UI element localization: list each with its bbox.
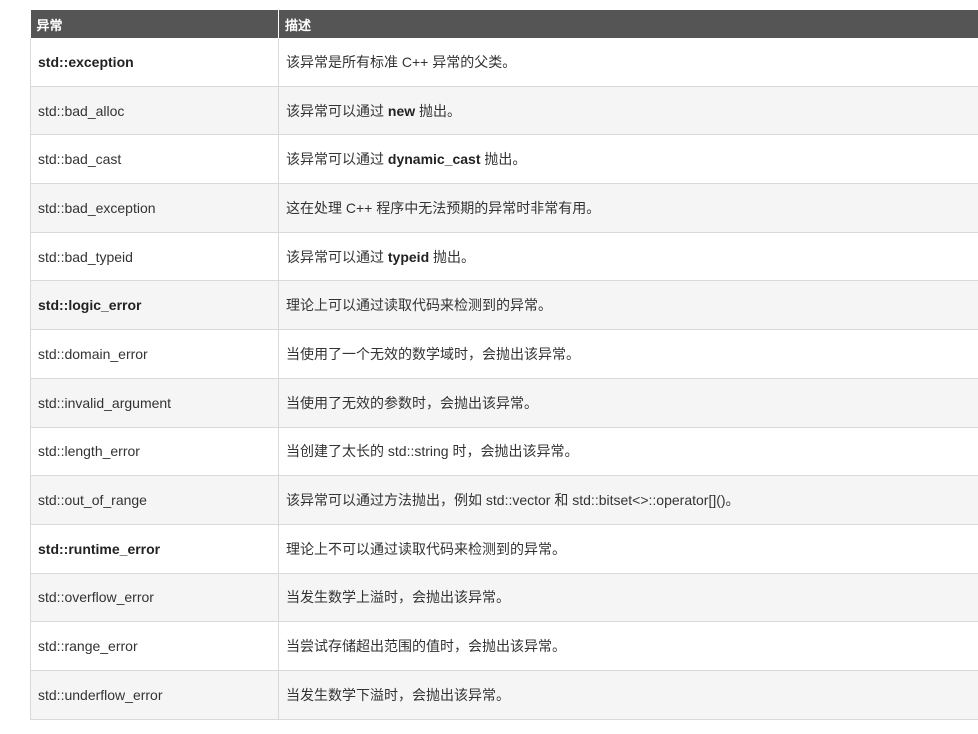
description-text: 理论上不可以通过读取代码来检测到的异常。 bbox=[286, 540, 566, 557]
table-row: std::underflow_error 当发生数学下溢时，会抛出该异常。 bbox=[30, 670, 978, 720]
table-row: std::bad_exception 这在处理 C++ 程序中无法预期的异常时非常… bbox=[30, 183, 978, 233]
table-row: std::domain_error 当使用了一个无效的数学域时，会抛出该异常。 bbox=[30, 329, 978, 379]
table-row: std::length_error 当创建了太长的 std::string 时，会… bbox=[30, 427, 978, 477]
description-text: 当发生数学上溢时，会抛出该异常。 bbox=[286, 589, 510, 606]
exception-name: std::bad_typeid bbox=[38, 248, 133, 265]
exception-name: std::logic_error bbox=[38, 297, 142, 314]
exception-name-cell: std::underflow_error bbox=[30, 670, 279, 720]
exceptions-table-container: 异常 描述 std::exception 该异常是所有标准 C++ 异常的父类。 s… bbox=[30, 10, 978, 720]
description-keyword: new bbox=[387, 102, 416, 119]
exception-name-cell: std::logic_error bbox=[30, 280, 279, 331]
exception-name: std::runtime_error bbox=[38, 540, 161, 557]
exception-description-cell: 该异常可以通过 dynamic_cast 抛出。 bbox=[278, 134, 978, 185]
description-text: 该异常是所有标准 C++ 异常的父类。 bbox=[286, 53, 517, 70]
exception-name: std::range_error bbox=[38, 638, 138, 655]
exception-name-cell: std::out_of_range bbox=[30, 475, 279, 525]
exception-name-cell: std::bad_typeid bbox=[30, 232, 279, 282]
table-row: std::invalid_argument 当使用了无效的参数时，会抛出该异常。 bbox=[30, 378, 978, 428]
table-row: std::bad_cast 该异常可以通过 dynamic_cast 抛出。 bbox=[30, 134, 978, 185]
exception-name-cell: std::range_error bbox=[30, 621, 279, 671]
exceptions-table: 异常 描述 std::exception 该异常是所有标准 C++ 异常的父类。 s… bbox=[30, 10, 978, 720]
description-text: 该异常可以通过方法抛出，例如 std::vector 和 std::bitset… bbox=[286, 492, 740, 509]
exception-name: std::exception bbox=[38, 53, 134, 70]
exception-name-cell: std::exception bbox=[30, 38, 279, 87]
description-text: 当发生数学下溢时，会抛出该异常。 bbox=[286, 686, 510, 703]
table-row: std::bad_alloc 该异常可以通过 new 抛出。 bbox=[30, 86, 978, 136]
exception-description-cell: 当使用了一个无效的数学域时，会抛出该异常。 bbox=[278, 329, 978, 379]
exception-name: std::bad_cast bbox=[38, 151, 122, 168]
exception-description-cell: 当发生数学上溢时，会抛出该异常。 bbox=[278, 573, 978, 623]
exception-name: std::invalid_argument bbox=[38, 394, 172, 411]
exception-name-cell: std::bad_exception bbox=[30, 183, 279, 233]
exception-description-cell: 这在处理 C++ 程序中无法预期的异常时非常有用。 bbox=[278, 183, 978, 233]
header-description: 描述 bbox=[278, 10, 978, 38]
exception-description-cell: 当发生数学下溢时，会抛出该异常。 bbox=[278, 670, 978, 720]
description-text: 该异常可以通过 bbox=[286, 248, 388, 265]
exception-name: std::domain_error bbox=[38, 345, 148, 362]
exception-description-cell: 当尝试存储超出范围的值时，会抛出该异常。 bbox=[278, 621, 978, 671]
exception-name: std::bad_alloc bbox=[38, 102, 125, 119]
exception-name-cell: std::runtime_error bbox=[30, 524, 279, 574]
table-row: std::out_of_range 该异常可以通过方法抛出，例如 std::vec… bbox=[30, 475, 978, 525]
exception-description-cell: 理论上可以通过读取代码来检测到的异常。 bbox=[278, 280, 978, 331]
table-row: std::exception 该异常是所有标准 C++ 异常的父类。 bbox=[30, 38, 978, 87]
exception-name-cell: std::bad_alloc bbox=[30, 86, 279, 136]
description-text: 当创建了太长的 std::string 时，会抛出该异常。 bbox=[286, 443, 579, 460]
exception-name-cell: std::overflow_error bbox=[30, 573, 279, 623]
exception-name: std::length_error bbox=[38, 443, 140, 460]
description-keyword: typeid bbox=[387, 248, 430, 265]
table-row: std::overflow_error 当发生数学上溢时，会抛出该异常。 bbox=[30, 573, 978, 623]
description-text: 抛出。 bbox=[415, 102, 462, 119]
table-row: std::bad_typeid 该异常可以通过 typeid 抛出。 bbox=[30, 232, 978, 282]
description-text: 当尝试存储超出范围的值时，会抛出该异常。 bbox=[286, 638, 566, 655]
description-text: 理论上可以通过读取代码来检测到的异常。 bbox=[286, 297, 552, 314]
exception-description-cell: 当使用了无效的参数时，会抛出该异常。 bbox=[278, 378, 978, 428]
table-header: 异常 描述 bbox=[30, 10, 978, 38]
exception-name-cell: std::domain_error bbox=[30, 329, 279, 379]
description-keyword: dynamic_cast bbox=[387, 151, 481, 168]
exception-description-cell: 该异常可以通过 new 抛出。 bbox=[278, 86, 978, 136]
description-text: 该异常可以通过 bbox=[286, 151, 388, 168]
description-text: 这在处理 C++ 程序中无法预期的异常时非常有用。 bbox=[286, 199, 601, 216]
exception-name: std::out_of_range bbox=[38, 492, 147, 509]
exception-name: std::overflow_error bbox=[38, 589, 154, 606]
description-text: 抛出。 bbox=[429, 248, 476, 265]
table-row: std::runtime_error 理论上不可以通过读取代码来检测到的异常。 bbox=[30, 524, 978, 574]
exception-name-cell: std::bad_cast bbox=[30, 134, 279, 185]
exception-name: std::underflow_error bbox=[38, 686, 163, 703]
exception-description-cell: 当创建了太长的 std::string 时，会抛出该异常。 bbox=[278, 427, 978, 477]
description-text: 该异常可以通过 bbox=[286, 102, 388, 119]
table-row: std::logic_error 理论上可以通过读取代码来检测到的异常。 bbox=[30, 280, 978, 331]
table-body: std::exception 该异常是所有标准 C++ 异常的父类。std::ba… bbox=[30, 38, 978, 720]
exception-name-cell: std::length_error bbox=[30, 427, 279, 477]
description-text: 抛出。 bbox=[480, 151, 527, 168]
header-row: 异常 描述 bbox=[30, 10, 978, 38]
exception-description-cell: 该异常可以通过 typeid 抛出。 bbox=[278, 232, 978, 282]
exception-name-cell: std::invalid_argument bbox=[30, 378, 279, 428]
description-text: 当使用了一个无效的数学域时，会抛出该异常。 bbox=[286, 345, 580, 362]
description-text: 当使用了无效的参数时，会抛出该异常。 bbox=[286, 394, 538, 411]
exception-description-cell: 理论上不可以通过读取代码来检测到的异常。 bbox=[278, 524, 978, 574]
table-row: std::range_error 当尝试存储超出范围的值时，会抛出该异常。 bbox=[30, 621, 978, 671]
exception-description-cell: 该异常是所有标准 C++ 异常的父类。 bbox=[278, 38, 978, 87]
exception-description-cell: 该异常可以通过方法抛出，例如 std::vector 和 std::bitset… bbox=[278, 475, 978, 525]
exception-name: std::bad_exception bbox=[38, 199, 156, 216]
header-exception: 异常 bbox=[30, 10, 279, 38]
